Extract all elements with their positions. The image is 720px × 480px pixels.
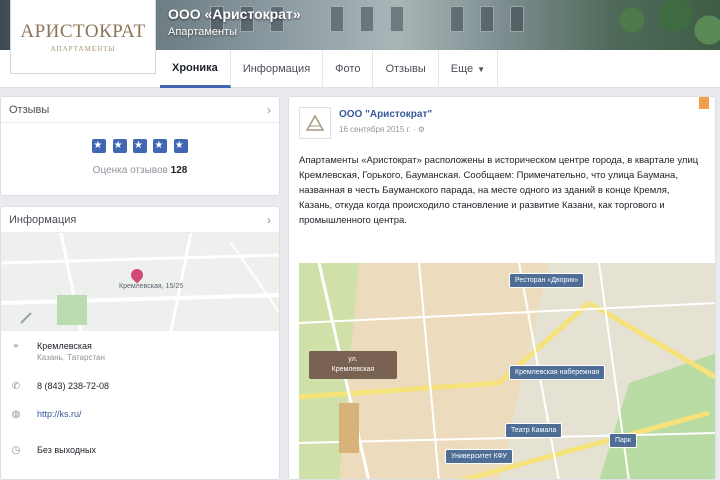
page-name[interactable]: ООО «Аристократ» [168,6,301,22]
map-callout[interactable]: Кремлевская набережная [509,365,606,380]
profile-logo[interactable]: АРИСТОКРАТ АПАРТАМЕНТЫ [10,0,156,74]
info-phone-row[interactable]: ✆ 8 (843) 238-72-08 [9,381,109,403]
address-text: Кремлевская [37,341,92,351]
phone-text: 8 (843) 238-72-08 [37,381,110,391]
address-city: Казань, Татарстан [37,353,105,362]
timeline-post: ООО "Аристократ" 16 сентября 2015 г. · ⚙… [288,96,716,480]
map-main-marker[interactable]: ул. Кремлевская [309,351,397,379]
rating-text: Оценка отзывов [92,165,168,176]
reviews-card: Отзывы › ★ ★ ★ ★ ★ Оценка отзывов 128 [0,96,280,196]
tab-more-label: Еще [450,63,474,75]
clock-icon: ◷ [11,445,21,456]
star-icon: ★ [153,139,168,153]
info-address-row[interactable]: ⌖ Кремлевская Казань, Татарстан [9,341,105,363]
map-pin-label: Кремлевская, 15/25 [119,283,184,290]
star-icon: ★ [92,139,107,153]
website-link[interactable]: http://ks.ru/ [37,409,82,419]
info-hours-row[interactable]: ◷ Без выходных [9,445,96,467]
map-callout[interactable]: Ресторан «Дворик» [509,273,585,288]
star-rating[interactable]: ★ ★ ★ ★ ★ [1,137,279,153]
info-website-row[interactable]: ◍ http://ks.ru/ [9,409,82,431]
tab-timeline[interactable]: Хроника [160,50,231,88]
tab-photos[interactable]: Фото [323,50,374,88]
rating-summary: Оценка отзывов 128 [1,165,279,176]
location-icon: ⌖ [13,341,19,352]
star-icon: ★ [173,139,188,153]
map-main-label-2: Кремлевская [331,366,375,373]
page-category[interactable]: Апартаменты [168,26,237,38]
rating-count: 128 [170,165,188,176]
map-callout[interactable]: Парк [609,433,637,448]
info-card: Информация › Кремлевская, 15/25 ⌖ Кремле… [0,206,280,480]
logo-brand: АРИСТОКРАТ [20,20,146,42]
tab-about[interactable]: Информация [231,50,324,88]
tab-more[interactable]: Еще ▼ [439,50,499,88]
location-map[interactable]: Кремлевская, 15/25 [1,233,279,331]
post-text: Апартаменты «Аристократ» расположены в и… [299,155,699,226]
tab-reviews[interactable]: Отзывы [373,50,439,88]
post-author-name[interactable]: ООО "Аристократ" [339,109,432,120]
logo-brand-sub: АПАРТАМЕНТЫ [50,44,116,53]
star-icon: ★ [112,139,127,153]
star-icon: ★ [133,139,147,153]
chevron-right-icon: › [267,103,271,117]
bookmark-icon[interactable] [699,97,709,109]
phone-icon: ✆ [11,381,21,392]
chevron-down-icon: ▼ [477,65,486,74]
post-timestamp[interactable]: 16 сентября 2015 г. · ⚙ [339,125,425,134]
map-callout[interactable]: Театр Камала [505,423,563,438]
post-author-avatar[interactable] [299,107,331,139]
hours-text: Без выходных [37,445,96,455]
reviews-card-header[interactable]: Отзывы › [1,97,279,123]
chevron-right-icon: › [267,213,271,227]
info-card-header[interactable]: Информация › [1,207,279,233]
map-callout[interactable]: Университет КФУ [445,449,513,464]
post-map-image[interactable]: ул. Кремлевская Ресторан «Дворик» Кремле… [299,263,715,479]
globe-icon: ◍ [11,409,21,420]
reviews-card-title: Отзывы [9,104,50,116]
map-main-label-1: ул. [348,356,358,363]
info-card-title: Информация [9,214,77,226]
